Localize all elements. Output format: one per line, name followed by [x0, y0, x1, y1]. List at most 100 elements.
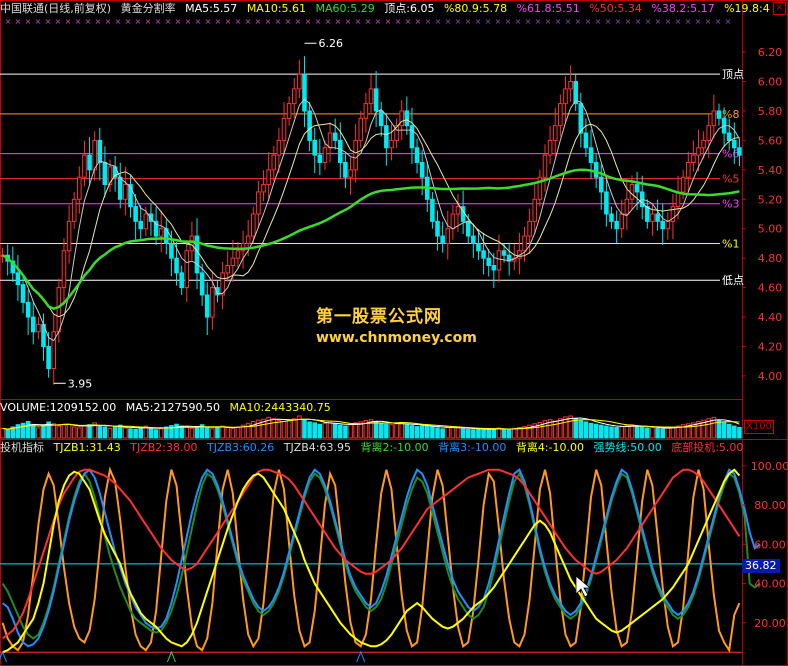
volume-bar: [471, 429, 476, 439]
volume-bar: [588, 422, 594, 439]
marker-cross: ×: [505, 17, 512, 26]
candle-body: [179, 272, 184, 289]
volume-bar: [148, 427, 154, 439]
candle-body: [322, 147, 328, 163]
volume-bar: [624, 425, 630, 439]
candle-body: [527, 220, 532, 237]
volume-bar: [414, 426, 420, 439]
volume-bar: [660, 428, 665, 439]
ma5-readout: MA5:5.57: [185, 2, 238, 15]
indicator-header: 投机指标 TJZB1:31.43 TJZB2:38.00 TJZB3:60.26…: [0, 441, 749, 455]
candle-body: [455, 206, 461, 215]
marker-cross: ×: [415, 17, 422, 26]
candle-body: [558, 103, 563, 127]
level-61-readout: %61.8:5.51: [516, 2, 580, 15]
price-tick-label: 4.20: [758, 340, 783, 353]
level-label: %3: [722, 198, 739, 211]
top-readout: 顶点:6.05: [384, 2, 435, 15]
candle-body: [235, 250, 241, 259]
marker-cross: ×: [335, 17, 342, 26]
candle-body: [368, 88, 374, 105]
close-icon[interactable]: ×: [773, 2, 786, 15]
current-value-badge: 36.82: [742, 559, 780, 573]
candle-body: [46, 345, 51, 370]
volume-bar: [15, 424, 21, 439]
volume-bar: [409, 425, 415, 439]
volume-header: VOLUME:1209152.00 MA5:2127590.50 MA10:24…: [0, 401, 337, 415]
candle-body: [143, 213, 149, 230]
volume-bar: [573, 417, 578, 439]
candle-body: [471, 235, 476, 244]
volume-bar: [476, 427, 481, 439]
volume-bar: [302, 419, 307, 439]
stock-title: 中国联通(日线,前复权): [0, 2, 112, 15]
volume-bar: [481, 428, 486, 439]
marker-cross: ×: [385, 17, 392, 26]
volume-bar: [174, 423, 179, 439]
volume-bar: [41, 424, 46, 439]
candle-body: [706, 125, 712, 141]
volume-bar: [455, 427, 461, 439]
marker-cross: ×: [545, 17, 552, 26]
marker-cross: ×: [675, 17, 682, 26]
candle-body: [297, 73, 302, 90]
marker-cross: ×: [495, 17, 502, 26]
volume-bar: [552, 420, 558, 439]
candle-body: [378, 110, 384, 127]
main-chart-header: 中国联通(日线,前复权) 黄金分割率 MA5:5.57 MA10:5.61 MA…: [0, 2, 776, 16]
candle-body: [486, 257, 491, 267]
candle-body: [210, 287, 215, 318]
candle-body: [286, 103, 292, 119]
candle-body: [261, 184, 266, 193]
volume-bar: [184, 426, 190, 439]
volume-bar: [650, 426, 655, 439]
volume-bar: [435, 427, 440, 439]
tjzb2-readout: TJZB2:38.00: [130, 441, 198, 454]
candle-body: [563, 88, 568, 105]
volume-bar: [312, 422, 318, 439]
volume-bar: [20, 422, 26, 439]
volume-bar: [71, 426, 77, 439]
candle-body: [204, 294, 210, 318]
candle-body: [732, 139, 737, 149]
candle-body: [389, 139, 394, 149]
marker-cross: ×: [245, 17, 252, 26]
marker-cross: ×: [375, 17, 382, 26]
volume-bar: [128, 428, 133, 439]
price-tick-label: 4.00: [758, 370, 783, 383]
volume-bar: [338, 424, 343, 439]
candle-body: [373, 88, 379, 112]
marker-cross: ×: [25, 17, 32, 26]
candle-body: [291, 88, 297, 105]
marker-cross: ×: [315, 17, 322, 26]
price-tick-label: 5.60: [758, 134, 783, 147]
volume-ma10-readout: MA10:2443340.75: [229, 401, 331, 414]
volume-bar: [378, 422, 384, 439]
marker-cross: ×: [655, 17, 662, 26]
candle-body: [629, 184, 635, 200]
volume-bar: [87, 424, 92, 439]
volume-ma5-readout: MA5:2127590.50: [125, 401, 220, 414]
volume-bar: [230, 427, 236, 439]
marker-cross: ×: [195, 17, 202, 26]
indicator-tick-label: 40.00: [754, 578, 786, 591]
price-tick-label: 5.20: [758, 193, 783, 206]
watermark-title: 第一股票公式网: [316, 307, 442, 327]
marker-cross: ×: [425, 17, 432, 26]
volume-bar: [322, 422, 328, 439]
marker-cross: ×: [295, 17, 302, 26]
volume-bar: [604, 425, 609, 439]
volume-bar: [61, 424, 67, 439]
volume-bar: [721, 421, 727, 439]
candle-body: [430, 198, 435, 222]
candle-body: [691, 154, 696, 163]
indicator-lines[interactable]: [0, 466, 761, 663]
candle-body: [496, 250, 502, 271]
volume-bars[interactable]: [0, 415, 742, 439]
candle-body: [30, 316, 36, 333]
candle-body: [660, 220, 665, 230]
volume-bar: [235, 426, 241, 439]
candle-body: [604, 191, 609, 215]
volume-bar: [634, 425, 640, 439]
volume-bar: [77, 427, 82, 439]
